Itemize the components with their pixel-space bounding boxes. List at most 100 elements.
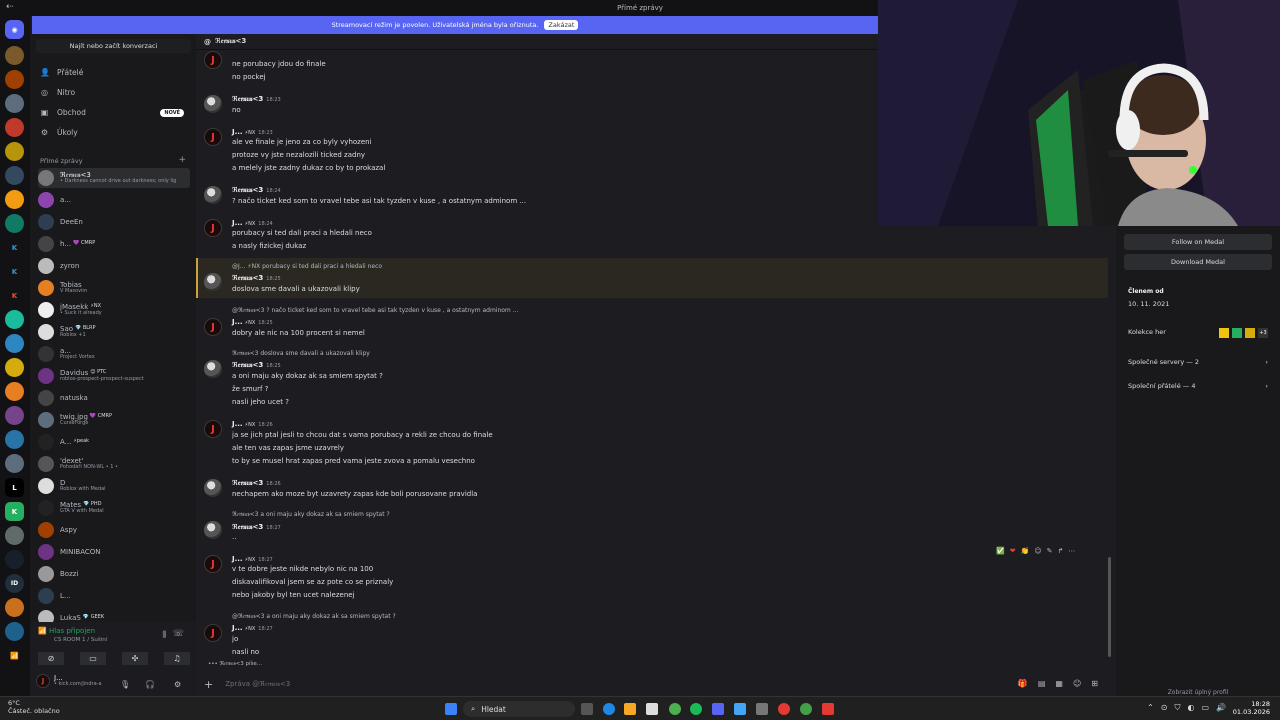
tray-icon[interactable]: ◐ [1187,703,1194,713]
dm-item[interactable]: Mates 💎 PHD GTA V with Medal [38,498,190,518]
dm-item[interactable]: natuska [38,388,190,408]
check-reaction-icon[interactable]: ✅ [996,547,1005,555]
server-icon[interactable] [5,214,24,233]
task-view-icon[interactable] [581,703,593,715]
network-icon[interactable]: ▭ [1201,703,1209,713]
dm-item[interactable]: DeeEn [38,212,190,232]
nav-friends[interactable]: 👤 Přátelé [40,68,83,77]
scrollbar[interactable] [1108,557,1111,657]
app-icon[interactable] [734,703,746,715]
activities-icon[interactable]: ✣ [122,652,148,665]
reply-preview[interactable]: ℜ𝔢𝔫𝔰𝔲𝔰<3 a oni maju aky dokaz ak sa smie… [232,511,390,519]
store-icon[interactable] [646,703,658,715]
view-full-profile[interactable]: Zobrazit úplný profil [1116,689,1280,696]
attach-plus-icon[interactable]: + [204,678,213,691]
taskbar-search[interactable]: ⌕ Hledat [463,701,575,717]
dm-item[interactable]: 'dexet' Pohodáři NON-WL • 1 • [38,454,190,474]
chevron-up-icon[interactable]: ⌃ [1147,703,1154,713]
game-collection[interactable]: Kolekce her +3 [1128,328,1268,338]
app-tray-icon[interactable]: ⊙ [1161,703,1168,713]
dm-item[interactable]: a... Project Vortex [38,344,190,364]
app-icon[interactable] [822,703,834,715]
soundboard-icon[interactable]: ♫ [164,652,190,665]
server-icon[interactable] [5,46,24,65]
dm-item[interactable]: A... ⚡peak [38,432,190,452]
reply-preview[interactable]: @ℜ𝔢𝔫𝔰𝔲𝔰<3 a oni maju aky dokaz ak sa smi… [232,613,396,621]
clock[interactable]: 18:28 01.03.2026 [1233,700,1270,717]
server-icon[interactable]: ID [5,574,24,593]
dm-item[interactable]: jMasekk ⚡NX • Suck it already [38,300,190,320]
chrome-icon[interactable] [669,703,681,715]
discord-home-icon[interactable]: ◉ [5,20,24,39]
clap-reaction-icon[interactable]: 👏 [1021,547,1030,555]
emoji-icon[interactable]: ☺ [1073,679,1081,688]
dm-item[interactable]: L... [38,586,190,606]
server-icon[interactable] [5,550,24,569]
volume-icon[interactable]: 🔊 [1216,703,1226,713]
app-icon[interactable] [778,703,790,715]
dm-item[interactable]: D Roblox with Medal [38,476,190,496]
server-icon[interactable] [5,454,24,473]
dm-item[interactable]: Bozzi [38,564,190,584]
server-icon[interactable] [5,94,24,113]
app-icon[interactable] [756,703,768,715]
edit-icon[interactable]: ✎ [1047,547,1053,555]
server-icon[interactable] [5,406,24,425]
server-icon[interactable]: K [5,262,24,281]
more-icon[interactable]: ⋯ [1068,547,1075,555]
server-icon[interactable] [5,334,24,353]
noise-suppression-icon[interactable]: ⫼ [162,630,166,640]
heart-reaction-icon[interactable]: ❤ [1010,547,1016,555]
server-icon[interactable] [5,70,24,89]
spotify-icon[interactable] [690,703,702,715]
dm-item[interactable]: Aspy [38,520,190,540]
reply-preview[interactable]: ℜ𝔢𝔫𝔰𝔲𝔰<3 doslova sme davali a ukazovali … [232,350,370,358]
voice-signal-icon[interactable]: 📶 [5,646,24,665]
server-icon[interactable]: K [5,286,24,305]
screen-share-icon[interactable]: ▭ [80,652,106,665]
nav-nitro[interactable]: ◎ Nitro [40,88,75,97]
dm-item[interactable]: a... [38,190,190,210]
edge-icon[interactable] [603,703,615,715]
app-icon[interactable] [800,703,812,715]
disable-streamer-mode-button[interactable]: Zakázat [544,20,579,30]
dm-item[interactable]: Tobias V Masovim [38,278,190,298]
dm-item[interactable]: Davidus 😊 PTC roblox-prospect-prospect-sus… [38,366,190,386]
server-icon[interactable] [5,190,24,209]
mutual-servers[interactable]: Společné servery — 2 › [1128,358,1268,366]
dm-item[interactable]: h... 💜 CMRP [38,234,190,254]
reply-preview[interactable]: @J... ⚡NX porubacy si ted dali praci a h… [232,263,382,270]
gif-icon[interactable]: ▤ [1038,679,1046,688]
user-area[interactable]: J J... • kick.com/jindra-a [36,674,102,688]
dm-item[interactable]: twig.jpg 💜 CMRP CurseForge [38,410,190,430]
server-icon[interactable] [5,142,24,161]
message-input[interactable]: Zpráva @ℜ𝔢𝔫𝔰𝔲𝔰<3 [225,680,290,689]
headphones-icon[interactable]: 🎧 [145,680,155,689]
find-conversation-button[interactable]: Najít nebo začít konverzaci [36,39,191,53]
settings-icon[interactable]: ⚙ [174,680,181,689]
camera-off-icon[interactable]: ⊘ [38,652,64,665]
server-icon[interactable]: K [5,502,24,521]
server-icon[interactable] [5,526,24,545]
back-icon[interactable]: ⇠ [6,2,14,12]
dm-item[interactable]: MINIBACON [38,542,190,562]
create-dm-icon[interactable]: + [178,155,186,165]
dm-item[interactable]: zyron [38,256,190,276]
server-icon[interactable] [5,358,24,377]
server-icon[interactable]: L [5,478,24,497]
shield-icon[interactable]: ⛉ [1174,703,1180,713]
dm-item[interactable]: ℜ𝔢𝔫𝔰𝔲𝔰<3 • Darkness cannot drive out dark… [38,168,190,188]
message-composer[interactable]: + Zpráva @ℜ𝔢𝔫𝔰𝔲𝔰<3 [204,676,1102,692]
nav-quests[interactable]: ⚙ Úkoly [40,128,78,137]
apps-icon[interactable]: ⊞ [1091,679,1098,688]
server-icon[interactable] [5,622,24,641]
discord-icon[interactable] [712,703,724,715]
dm-item[interactable]: Sao 💎 BLRP Roblox +1 [38,322,190,342]
gift-icon[interactable]: 🎁 [1018,679,1028,688]
server-icon[interactable] [5,598,24,617]
download-medal-button[interactable]: Download Medal [1124,254,1272,270]
microphone-icon[interactable]: 🎙 [120,680,130,689]
add-reaction-icon[interactable]: ☺ [1034,547,1041,555]
server-icon[interactable] [5,118,24,137]
server-icon[interactable] [5,382,24,401]
